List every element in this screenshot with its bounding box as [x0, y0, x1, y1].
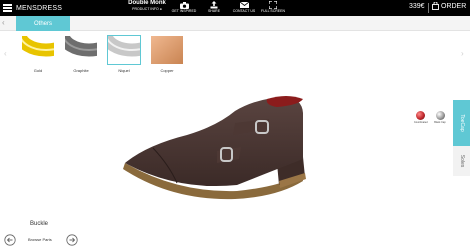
full-screen-button[interactable]: FULL SCREEN [255, 1, 291, 14]
bag-icon [432, 2, 439, 10]
share-icon [210, 1, 218, 9]
chevron-left-icon[interactable]: ‹ [2, 18, 5, 27]
divider [428, 3, 429, 13]
mail-icon [239, 2, 249, 8]
order-button[interactable]: ORDER [432, 2, 466, 10]
tab-others[interactable]: Others [16, 16, 70, 31]
menu-icon[interactable] [3, 4, 12, 12]
tab-soles[interactable]: Soles [453, 146, 470, 176]
brand-area: MENSDRESS [3, 2, 62, 14]
price: 339€ [409, 3, 425, 10]
info-icon: ● [159, 7, 162, 11]
side-tabs: ToeCap Soles [453, 100, 470, 200]
next-part-button[interactable] [66, 233, 78, 251]
shoe-preview[interactable] [117, 93, 329, 205]
swatch-niquel[interactable]: Niquel [107, 35, 141, 73]
color-option-coordinated[interactable]: Coordinated [414, 111, 428, 124]
top-bar: MENSDRESS Double Monk PRODUCT INFO ● GET… [0, 0, 470, 16]
red-sphere-swatch [415, 111, 425, 120]
material-category-bar: ‹ [0, 16, 470, 31]
color-option-black-cap[interactable]: Black Cap [434, 111, 446, 124]
swatch-copper[interactable]: Copper [150, 35, 184, 73]
camera-icon [179, 1, 189, 9]
grey-sphere-swatch [435, 111, 445, 120]
chevron-right-icon[interactable]: › [461, 49, 464, 58]
swatch-gold[interactable]: Gold [21, 35, 55, 73]
browse-parts-bar: Browse Parts [0, 231, 100, 249]
swatch-graphite[interactable]: Graphite [64, 35, 98, 73]
previous-part-button[interactable] [4, 233, 16, 251]
fullscreen-icon [269, 1, 277, 9]
component-label: Buckle [30, 221, 49, 227]
arrow-right-icon [66, 234, 78, 246]
arrow-left-icon [4, 234, 16, 246]
brand-logo[interactable]: MENSDRESS [16, 5, 62, 12]
tab-toecap[interactable]: ToeCap [453, 100, 470, 146]
chevron-left-icon[interactable]: ‹ [4, 49, 7, 58]
material-swatches: ‹ › Gold Graphite Niquel Copper [0, 31, 470, 77]
